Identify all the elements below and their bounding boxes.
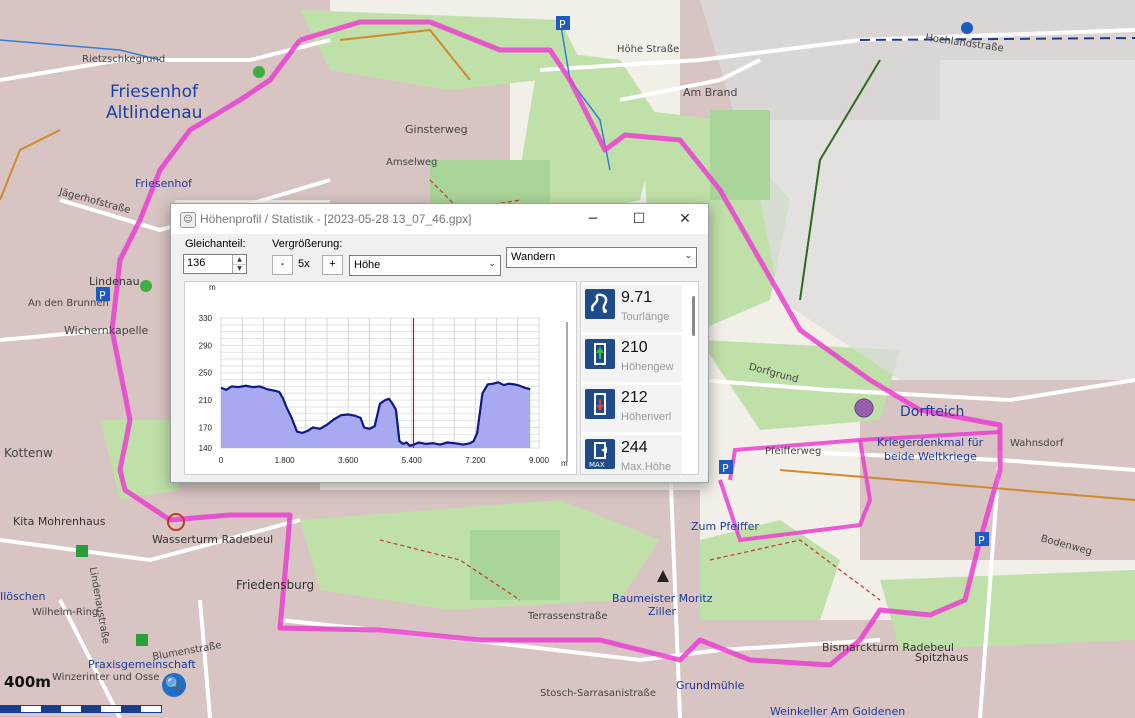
label-praxis-2: Winzerinter und Osse	[52, 672, 160, 683]
x-tick-label: 7.200	[465, 456, 486, 465]
stat-ascent: 210 Höhengew	[582, 335, 682, 382]
x-tick-label: 9.000	[529, 456, 550, 465]
label-altlindenau: Altlindenau	[106, 103, 203, 123]
label-stosch: Stosch-Sarrasanistraße	[540, 688, 656, 699]
label-terrassenstrasse: Terrassenstraße	[528, 611, 608, 622]
y-tick-label: 290	[199, 341, 213, 350]
profile-type-value: Höhe	[354, 259, 381, 271]
x-tick-label: 1.800	[275, 456, 296, 465]
chevron-down-icon: ⌄	[684, 251, 692, 261]
label-dorfteich: Dorfteich	[900, 404, 965, 420]
label-wilhelm-ring: Wilhelm-Ring	[32, 607, 99, 618]
max-height-icon: MAX	[585, 439, 615, 469]
stats-panel[interactable]: 9.71 Tourlänge 210 Höhengew 212 Höhenver…	[580, 281, 699, 475]
stat-value: 212	[621, 389, 648, 406]
dialog-title: Höhenprofil / Statistik - [2023-05-28 13…	[200, 212, 472, 226]
descent-icon	[585, 389, 615, 419]
stat-label: Tourlänge	[621, 311, 670, 323]
x-tick-label: 5.400	[402, 456, 423, 465]
stat-label: Höhenverl	[621, 411, 672, 423]
maximize-button[interactable]: ☐	[616, 204, 662, 234]
label-friesenhof: Friesenhof	[110, 82, 198, 102]
label-praxis-1: Praxisgemeinschaft	[88, 658, 196, 671]
y-tick-label: 170	[199, 423, 213, 432]
y-tick-label: 210	[199, 396, 213, 405]
spinner-buttons: ▲ ▼	[232, 255, 246, 273]
spinner-down-icon[interactable]: ▼	[233, 264, 246, 273]
dialog-titlebar[interactable]: ☺ Höhenprofil / Statistik - [2023-05-28 …	[171, 204, 708, 234]
stat-label: Max.Höhe	[621, 461, 672, 473]
label-baumeister-1: Baumeister Moritz	[612, 592, 713, 605]
vergroesserung-label: Vergrößerung:	[272, 238, 343, 250]
zoom-level: 5x	[298, 258, 310, 270]
activity-select[interactable]: Wandern ⌄	[506, 247, 697, 268]
y-tick-label: 330	[199, 314, 213, 323]
y-axis-unit: m	[209, 283, 216, 292]
stat-value: 9.71	[621, 289, 653, 306]
stat-label: Höhengew	[621, 361, 674, 373]
stat-descent: 212 Höhenverl	[582, 385, 682, 432]
stat-tour-length: 9.71 Tourlänge	[582, 285, 682, 332]
stat-value: 244	[621, 439, 648, 456]
label-hohe-strasse: Höhe Straße	[617, 44, 680, 55]
label-kriegerdenkmal-1: Kriegerdenkmal für	[877, 436, 984, 449]
label-zum-pfeiffer: Zum Pfeiffer	[691, 520, 759, 533]
map-scale-label: 400m	[4, 673, 51, 691]
close-button[interactable]: ✕	[662, 204, 708, 234]
svg-text:P: P	[722, 462, 729, 475]
elevation-profile-dialog: ☺ Höhenprofil / Statistik - [2023-05-28 …	[170, 203, 709, 483]
label-pfeifferweg: Pfeifferweg	[765, 446, 822, 457]
minimize-button[interactable]: ─	[570, 204, 616, 234]
label-grundmuehle: Grundmühle	[676, 679, 745, 692]
x-tick-label: 0	[219, 456, 224, 465]
zoom-out-button[interactable]: -	[272, 255, 293, 275]
label-kottenweg: Kottenw	[4, 446, 53, 460]
label-wahnsdorf: Wahnsdorf	[1010, 438, 1064, 449]
label-rietzschkegrund: Rietzschkegrund	[82, 54, 166, 65]
chevron-down-icon: ⌄	[488, 259, 496, 269]
stat-max-height: MAX 244 Max.Höhe	[582, 435, 682, 474]
y-tick-label: 250	[199, 369, 213, 378]
stats-scrollbar[interactable]	[692, 296, 695, 336]
app-icon: ☺	[180, 212, 196, 228]
zoom-icon[interactable]: 🔍	[162, 673, 186, 697]
svg-text:P: P	[559, 18, 566, 31]
label-wichernkapelle: Wichernkapelle	[64, 324, 149, 337]
route-icon	[585, 289, 615, 319]
label-wasserturm: Wasserturm Radebeul	[152, 533, 274, 546]
elevation-chart-panel[interactable]: 140 170 210 250 290 330 0 1.800 3.600 5.400 7.200 9…	[184, 281, 577, 475]
max-badge: MAX	[589, 461, 605, 469]
label-friesenhof-small: Friesenhof	[135, 177, 192, 190]
label-baumeister-2: Ziller	[648, 605, 676, 618]
label-kita: Kita Mohrenhaus	[13, 515, 106, 528]
map-scale-bar	[0, 705, 162, 713]
gleichanteil-spinner[interactable]: 136 ▲ ▼	[183, 254, 247, 274]
gleichanteil-label: Gleichanteil:	[185, 238, 246, 250]
label-amselweg: Amselweg	[386, 157, 438, 168]
label-weinkeller: Weinkeller Am Goldenen	[770, 705, 906, 718]
label-ginsterweg: Ginsterweg	[405, 123, 468, 136]
svg-text:P: P	[978, 534, 985, 547]
x-tick-label: 3.600	[338, 456, 359, 465]
label-an-den-brunnen: An den Brunnen	[28, 298, 109, 309]
waypoint-marker[interactable]	[854, 398, 874, 418]
gleichanteil-value[interactable]: 136	[187, 257, 205, 269]
stat-value: 210	[621, 339, 648, 356]
zoom-in-button[interactable]: +	[322, 255, 343, 275]
label-am-brand: Am Brand	[683, 86, 738, 99]
elevation-chart[interactable]: 140 170 210 250 290 330 0 1.800 3.600 5.400 7.200 9…	[185, 282, 576, 474]
label-kriegerdenkmal-2: beide Weltkriege	[884, 450, 977, 463]
y-tick-label: 140	[199, 444, 213, 453]
label-spitzhaus: Spitzhaus	[915, 651, 969, 664]
label-friedensburg: Friedensburg	[236, 578, 315, 592]
label-lindenau: Lindenau	[89, 275, 140, 288]
label-hoflossnitz: Ilöschen	[0, 590, 46, 603]
profile-type-select[interactable]: Höhe ⌄	[349, 255, 501, 276]
ascent-icon	[585, 339, 615, 369]
activity-value: Wandern	[511, 251, 556, 263]
